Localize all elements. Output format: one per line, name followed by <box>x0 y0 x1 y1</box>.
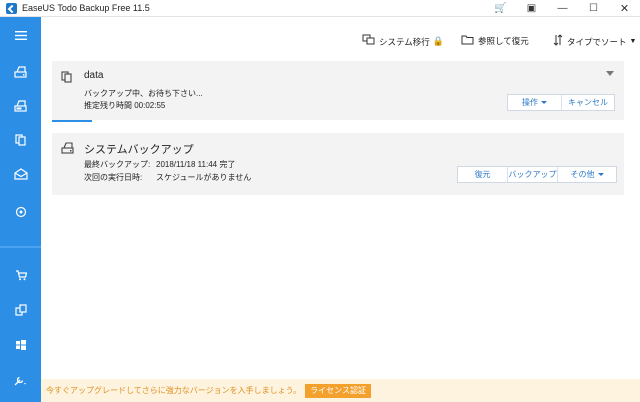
minimize-button[interactable]: — <box>547 0 578 17</box>
restore-button[interactable]: 復元 <box>458 167 508 182</box>
window-controls: 🛒 ▣ — ☐ ✕ <box>485 0 640 17</box>
license-activate-button[interactable]: ライセンス認証 <box>305 383 371 398</box>
app-logo-icon <box>6 2 17 14</box>
menu-icon[interactable] <box>0 23 41 47</box>
other-button[interactable]: その他 <box>558 167 616 182</box>
last-backup-label: 最終バックアップ: <box>84 160 151 169</box>
window-title: EaseUS Todo Backup Free 11.5 <box>22 3 150 13</box>
operate-button[interactable]: 操作 <box>508 95 562 110</box>
close-button[interactable]: ✕ <box>609 0 640 17</box>
migrate-icon <box>362 34 375 49</box>
upgrade-promo-bar: 今すぐアップグレードしてさらに強力なバージョンを入手しましょう。 ライセンス認証 <box>41 379 640 402</box>
next-run-value: スケジュールがありません <box>156 173 252 182</box>
title-bar: EaseUS Todo Backup Free 11.5 🛒 ▣ — ☐ ✕ <box>0 0 640 17</box>
operate-label: 操作 <box>522 98 538 107</box>
other-label: その他 <box>570 170 595 179</box>
next-run-label: 次回の実行日時: <box>84 173 143 182</box>
task-actions: 操作 キャンセル <box>507 94 615 111</box>
system-migrate-button[interactable]: システム移行 🔒 <box>362 34 444 49</box>
sidebar-divider <box>0 246 41 248</box>
system-migrate-label: システム移行 <box>379 36 430 47</box>
last-backup-value: 2018/11/18 11:44 完了 <box>156 160 236 169</box>
sidebar <box>0 17 41 402</box>
upgrade-promo-text: 今すぐアップグレードしてさらに強力なバージョンを入手しましょう。 <box>46 386 302 395</box>
disk-backup-icon <box>61 142 74 157</box>
task-actions: 復元 バックアップ その他 <box>457 166 617 183</box>
remaining-time: 推定残り時間 00:02:55 <box>84 100 165 111</box>
file-backup-icon <box>61 71 73 86</box>
remaining-time-value: 00:02:55 <box>134 101 166 110</box>
cart-icon[interactable] <box>0 263 41 287</box>
task-title: システムバックアップ <box>84 144 194 156</box>
folder-icon <box>461 34 474 48</box>
progress-indicator <box>52 120 92 122</box>
browse-restore-label: 参照して復元 <box>478 36 529 46</box>
task-card-system-backup[interactable]: システムバックアップ 最終バックアップ: 2018/11/18 11:44 完了… <box>52 133 624 195</box>
cancel-button[interactable]: キャンセル <box>562 95 614 110</box>
last-backup: 最終バックアップ: <box>84 159 150 170</box>
cart-icon[interactable]: 🛒 <box>485 0 516 17</box>
remaining-time-label: 推定残り時間 <box>84 101 132 110</box>
tools-icon[interactable] <box>0 369 41 393</box>
smart-backup-icon[interactable] <box>0 200 41 224</box>
sort-by-type-button[interactable]: タイプでソート ▼ <box>553 34 636 49</box>
clone-icon[interactable] <box>0 298 41 322</box>
file-backup-icon[interactable] <box>0 128 41 152</box>
settings-icon[interactable]: ▣ <box>516 0 547 17</box>
task-status: バックアップ中、お待ち下さい... <box>84 89 203 98</box>
backup-button[interactable]: バックアップ <box>508 167 558 182</box>
partition-backup-icon[interactable] <box>0 94 41 118</box>
chevron-down-icon <box>597 173 604 176</box>
browse-restore-button[interactable]: 参照して復元 <box>461 34 529 48</box>
task-title: data <box>84 70 104 81</box>
chevron-down-icon: ▼ <box>629 38 637 45</box>
maximize-button[interactable]: ☐ <box>578 0 609 17</box>
windows-icon[interactable] <box>0 333 41 357</box>
disk-backup-icon[interactable] <box>0 60 41 84</box>
sort-icon <box>553 34 563 49</box>
sort-by-type-label: タイプでソート <box>567 36 627 47</box>
chevron-down-icon <box>541 101 547 104</box>
mail-backup-icon[interactable] <box>0 162 41 186</box>
expand-arrow-icon[interactable] <box>606 71 614 76</box>
task-card-data[interactable]: data バックアップ中、お待ち下さい... 推定残り時間 00:02:55 操… <box>52 61 624 122</box>
lock-icon: 🔒 <box>432 36 444 46</box>
toolbar: システム移行 🔒 参照して復元 タイプでソート ▼ <box>41 17 640 59</box>
